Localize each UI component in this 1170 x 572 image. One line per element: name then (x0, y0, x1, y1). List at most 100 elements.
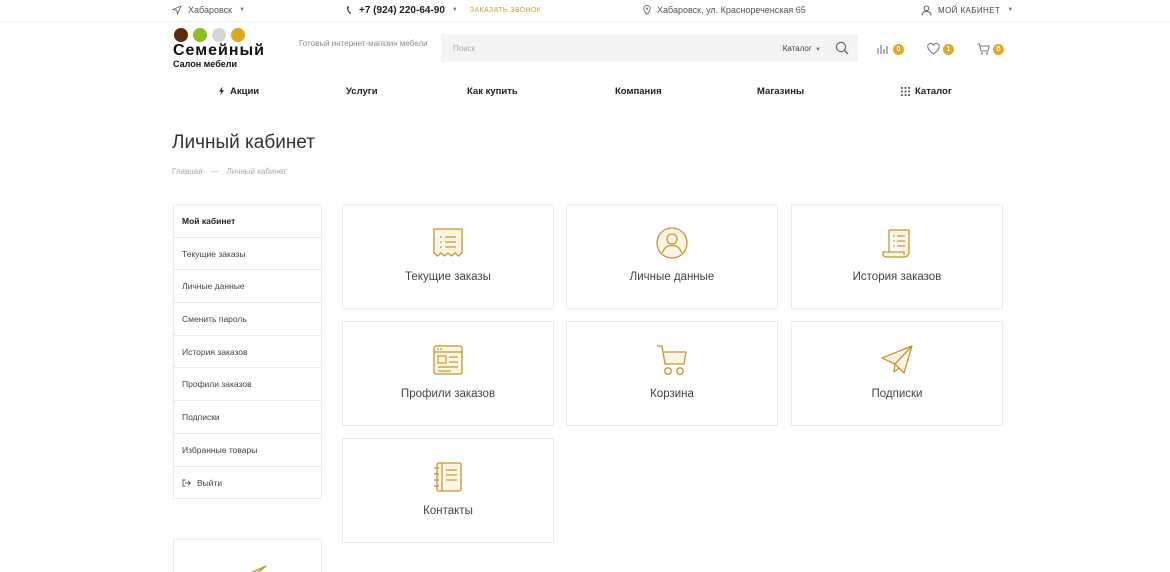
sidebar-item-label: Профили заказов (182, 379, 252, 390)
nav-promo[interactable]: Акции (218, 82, 259, 100)
card-cart[interactable]: Корзина (566, 321, 778, 426)
favorites-count-badge: 1 (943, 43, 954, 55)
city-selector[interactable]: Хабаровск ▼ (172, 0, 245, 20)
nav-promo-label: Акции (230, 85, 260, 97)
sidebar-item-my-cabinet[interactable]: Мой кабинет (174, 205, 321, 238)
card-label: Контакты (423, 505, 473, 517)
site-tagline: Готовый интернет-магазин мебели (299, 39, 428, 48)
paper-plane-icon (251, 565, 267, 572)
breadcrumb-separator: — (210, 167, 219, 176)
nav-services-label: Услуги (346, 85, 378, 97)
top-bar: Хабаровск ▼ +7 (924) 220-64-90 ▼ ЗАКАЗАТЬ … (0, 0, 1170, 22)
sidebar-item-logout[interactable]: Выйти (174, 467, 321, 500)
phone-number[interactable]: +7 (924) 220-64-90 (359, 5, 445, 16)
sidebar-item-label: Избранные товары (182, 444, 258, 455)
search-input[interactable] (441, 34, 783, 62)
breadcrumb-home-link[interactable]: Главная (172, 167, 202, 176)
nav-services[interactable]: Услуги (346, 82, 378, 100)
search-category-label: Каталог (782, 43, 812, 53)
compare-count-badge: 0 (893, 43, 904, 55)
card-personal-data[interactable]: Личные данные (566, 204, 778, 309)
grid-icon (901, 86, 910, 96)
sidebar-item-label: Сменить пароль (182, 313, 247, 324)
nav-company-label: Компания (615, 85, 662, 97)
cart-button[interactable]: 0 (977, 40, 1004, 58)
nav-catalog[interactable]: Каталог (901, 82, 952, 100)
scroll-icon (882, 229, 910, 258)
location-arrow-icon (172, 5, 182, 15)
sidebar-item-favorites[interactable]: Избранные товары (174, 434, 321, 467)
sidebar-item-label: Личные данные (182, 281, 245, 292)
paper-plane-icon (881, 345, 913, 374)
sidebar-item-label: Мой кабинет (182, 215, 236, 226)
address-block: Хабаровск, ул. Краснореченская 65 (643, 0, 806, 20)
search-button[interactable] (835, 41, 849, 55)
sidebar-item-change-password[interactable]: Сменить пароль (174, 303, 321, 336)
user-icon (921, 4, 932, 16)
card-order-history[interactable]: История заказов (791, 204, 1003, 309)
card-order-profiles[interactable]: Профили заказов (342, 321, 554, 426)
site-logo[interactable]: Семейный Салон мебели (173, 28, 285, 72)
sidebar-item-current-orders[interactable]: Текущие заказы (174, 238, 321, 271)
logo-dot (231, 28, 245, 42)
account-menu[interactable]: МОЙ КАБИНЕТ ▼ (921, 0, 1013, 20)
sidebar-item-order-profiles[interactable]: Профили заказов (174, 368, 321, 402)
logo-dots (174, 28, 285, 42)
cart-count-badge: 0 (993, 43, 1004, 55)
phone-icon (346, 6, 351, 14)
search-category-select[interactable]: Каталог ▼ (783, 44, 821, 53)
favorites-button[interactable]: 1 (927, 40, 954, 58)
callback-link[interactable]: ЗАКАЗАТЬ ЗВОНОК (470, 7, 541, 14)
card-current-orders[interactable]: Текущие заказы (342, 204, 554, 309)
phone-block: +7 (924) 220-64-90 ▼ ЗАКАЗАТЬ ЗВОНОК (346, 0, 541, 20)
chevron-down-icon: ▼ (815, 46, 821, 53)
map-pin-icon (643, 5, 651, 15)
nav-stores[interactable]: Магазины (757, 82, 804, 100)
compare-button[interactable]: 0 (877, 40, 904, 58)
heart-icon (927, 43, 940, 55)
chevron-down-icon: ▼ (239, 7, 246, 13)
sidebar-item-label: Выйти (197, 477, 223, 488)
logout-icon (182, 479, 191, 487)
sidebar-item-subscriptions[interactable]: Подписки (174, 401, 321, 434)
card-label: Личные данные (629, 271, 715, 283)
card-contacts[interactable]: Контакты (342, 438, 554, 543)
sidebar-item-label: Текущие заказы (182, 248, 246, 259)
card-label: История заказов (852, 271, 942, 283)
store-address: Хабаровск, ул. Краснореченская 65 (657, 5, 806, 15)
nav-stores-label: Магазины (757, 85, 805, 97)
card-label: Подписки (871, 388, 923, 400)
card-label: Профили заказов (400, 388, 496, 400)
account-sidebar: Мой кабинет Текущие заказы Личные данные… (173, 204, 322, 499)
search-bar: Каталог ▼ (441, 34, 858, 62)
card-label: Текущие заказы (405, 271, 491, 283)
user-icon (656, 227, 688, 259)
sidebar-item-order-history[interactable]: История заказов (174, 336, 321, 369)
logo-subtitle: Салон мебели (173, 59, 238, 69)
logo-dot (212, 28, 226, 42)
logo-dot (193, 28, 207, 42)
cart-icon (977, 43, 990, 55)
breadcrumb: Главная — Личный кабинет (172, 167, 287, 176)
receipt-icon (433, 228, 463, 257)
chevron-down-icon[interactable]: ▼ (452, 7, 458, 13)
search-icon (835, 41, 849, 55)
account-label[interactable]: МОЙ КАБИНЕТ (938, 6, 1000, 15)
card-subscriptions[interactable]: Подписки (791, 321, 1003, 426)
page-title: Личный кабинет (172, 132, 315, 153)
nav-company[interactable]: Компания (615, 82, 662, 100)
sidebar-item-label: Подписки (182, 411, 220, 422)
nav-how-to-buy-label: Как купить (467, 85, 518, 97)
nav-how-to-buy[interactable]: Как купить (467, 82, 518, 100)
logo-dot (174, 28, 188, 42)
chevron-down-icon[interactable]: ▼ (1007, 7, 1013, 13)
sidebar-item-label: История заказов (182, 346, 248, 357)
lightning-icon (219, 86, 224, 96)
card-label: Корзина (650, 388, 694, 400)
compare-bars-icon (877, 45, 888, 54)
sidebar-item-personal-data[interactable]: Личные данные (174, 270, 321, 304)
breadcrumb-current: Личный кабинет (226, 167, 287, 176)
sidebar-promo-banner[interactable] (173, 539, 322, 572)
nav-catalog-label: Каталог (915, 85, 952, 97)
city-label: Хабаровск (188, 5, 233, 15)
